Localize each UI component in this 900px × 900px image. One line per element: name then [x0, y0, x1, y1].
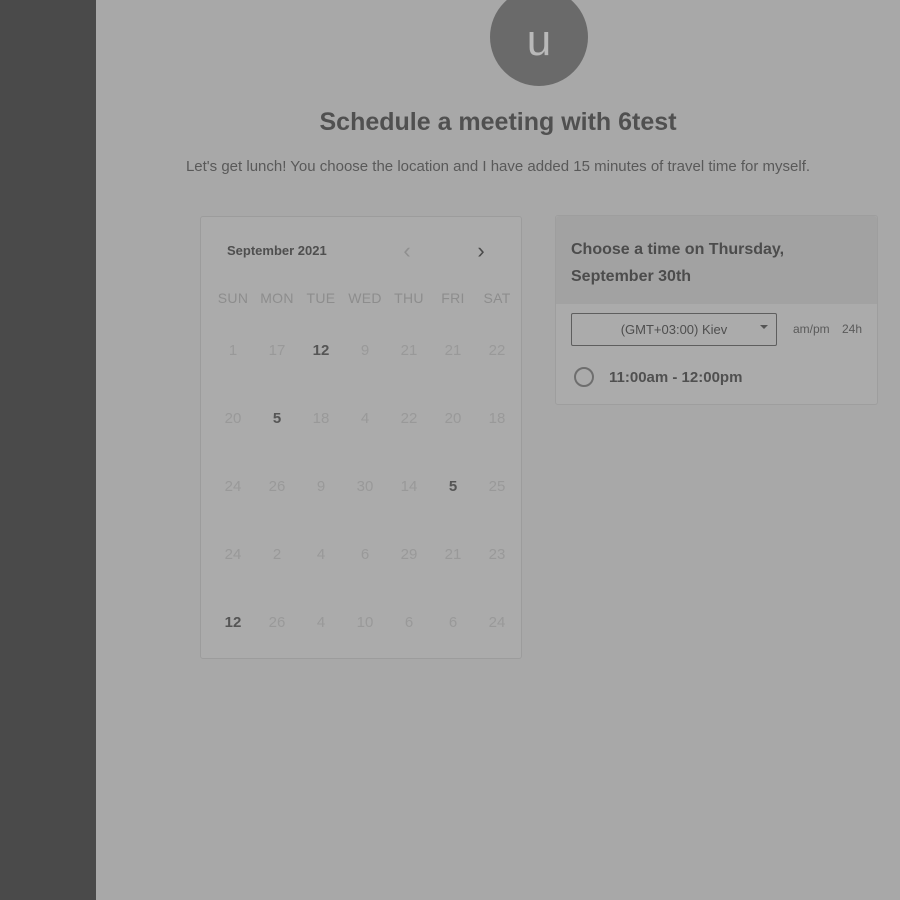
- calendar-day: 22: [400, 410, 418, 427]
- calendar-day: 9: [316, 478, 326, 495]
- calendar-day: 24: [224, 478, 242, 495]
- calendar-day: 18: [488, 410, 506, 427]
- calendar-day: 26: [268, 478, 286, 495]
- calendar-day: 9: [360, 342, 370, 359]
- calendar-card: September 2021 ‹ › SUN MON TUE WED THU F…: [200, 216, 522, 659]
- calendar-day: 21: [444, 546, 462, 563]
- calendar-day: 20: [224, 410, 242, 427]
- weekday-label: SAT: [483, 290, 511, 306]
- calendar-day: 4: [316, 614, 326, 631]
- calendar-day: 26: [268, 614, 286, 631]
- calendar-week-row: 24 26 9 30 14 5 25: [211, 467, 521, 535]
- calendar-day-available[interactable]: 5: [431, 467, 475, 507]
- calendar-month-label: September 2021: [227, 243, 327, 258]
- calendar-day: 30: [356, 478, 374, 495]
- weekday-label: MON: [260, 290, 294, 306]
- calendar-day: 20: [444, 410, 462, 427]
- calendar-day: 6: [404, 614, 414, 631]
- calendar-week-row: 24 2 4 6 29 21 23: [211, 535, 521, 603]
- caret-down-icon: [760, 325, 768, 329]
- calendar-week-row: 20 5 18 4 22 20 18: [211, 399, 521, 467]
- weekday-label: FRI: [441, 290, 465, 306]
- chevron-left-icon[interactable]: ‹: [397, 240, 417, 262]
- page-subtitle: Let's get lunch! You choose the location…: [185, 158, 811, 175]
- calendar-day: 6: [448, 614, 458, 631]
- calendar-day: 17: [268, 342, 286, 359]
- calendar-day: 10: [356, 614, 374, 631]
- calendar-day: 4: [360, 410, 370, 427]
- calendar-day: 14: [400, 478, 418, 495]
- calendar-grid: 1 17 12 9 21 21 22 20 5 18 4 22 20 18 24 26 9 30 14 5 25 24 2 4…: [211, 331, 521, 671]
- calendar-day: 29: [400, 546, 418, 563]
- calendar-day-available[interactable]: 12: [299, 331, 343, 371]
- timezone-value: (GMT+03:00) Kiev: [620, 322, 728, 337]
- weekday-label: WED: [348, 290, 382, 306]
- calendar-day: 21: [444, 342, 462, 359]
- chevron-right-icon[interactable]: ›: [471, 240, 491, 262]
- timezone-select[interactable]: (GMT+03:00) Kiev: [571, 313, 777, 346]
- calendar-day: 6: [360, 546, 370, 563]
- calendar-week-row: 1 17 12 9 21 21 22: [211, 331, 521, 399]
- calendar-day-available[interactable]: 12: [211, 603, 255, 643]
- calendar-day: 2: [272, 546, 282, 563]
- calendar-day: 24: [488, 614, 506, 631]
- time-picker-title: Choose a time on Thursday, September 30t…: [571, 241, 785, 285]
- format-ampm-toggle[interactable]: am/pm: [793, 322, 830, 336]
- calendar-day: 4: [316, 546, 326, 563]
- time-slot[interactable]: 11:00am - 12:00pm: [574, 367, 742, 387]
- left-sidebar: [0, 0, 96, 900]
- avatar-initial: u: [526, 16, 552, 65]
- weekday-label: SUN: [217, 290, 249, 306]
- calendar-day: 21: [400, 342, 418, 359]
- calendar-day: 25: [488, 478, 506, 495]
- weekday-header: SUN MON TUE WED THU FRI SAT: [211, 290, 521, 306]
- weekday-label: THU: [394, 290, 424, 306]
- calendar-day: 18: [312, 410, 330, 427]
- page-title: Schedule a meeting with 6test: [319, 108, 677, 136]
- time-slot-label: 11:00am - 12:00pm: [609, 368, 743, 386]
- time-picker-card: Choose a time on Thursday, September 30t…: [555, 215, 878, 405]
- calendar-day: 24: [224, 546, 242, 563]
- format-24h-toggle[interactable]: 24h: [842, 322, 862, 336]
- radio-circle-icon[interactable]: [574, 367, 594, 387]
- calendar-day: 1: [228, 342, 238, 359]
- calendar-day: 23: [488, 546, 506, 563]
- calendar-day: 22: [488, 342, 506, 359]
- weekday-label: TUE: [306, 290, 336, 306]
- calendar-day-available[interactable]: 5: [255, 399, 299, 439]
- calendar-week-row: 12 26 4 10 6 6 24: [211, 603, 521, 671]
